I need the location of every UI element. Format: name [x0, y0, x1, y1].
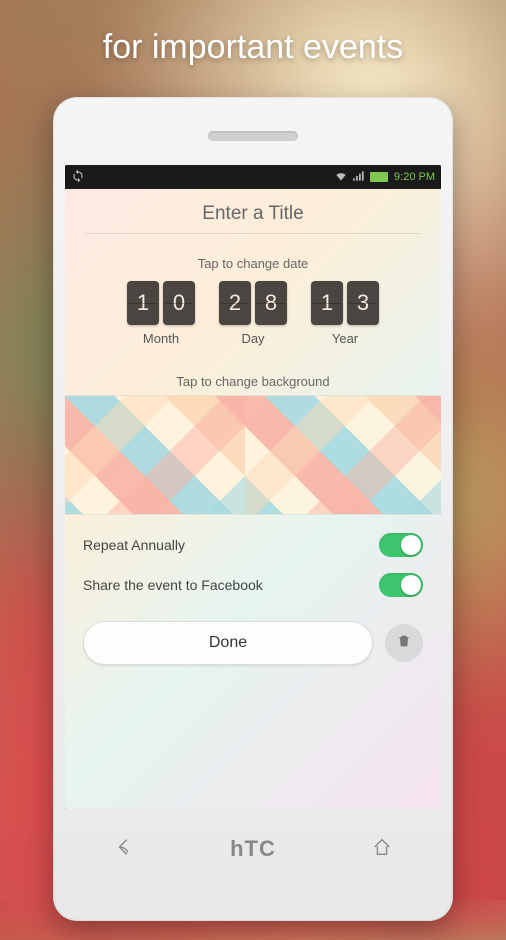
phone-speaker: [208, 131, 298, 141]
month-group[interactable]: 1 0 Month: [127, 281, 195, 346]
date-section-label: Tap to change date: [65, 246, 441, 277]
day-label: Day: [241, 331, 264, 346]
repeat-toggle[interactable]: [379, 533, 423, 557]
year-digit-1: 1: [311, 281, 343, 325]
done-button[interactable]: Done: [83, 621, 373, 665]
sync-icon: [71, 169, 85, 186]
repeat-option-row: Repeat Annually: [83, 533, 423, 557]
day-group[interactable]: 2 8 Day: [219, 281, 287, 346]
year-group[interactable]: 1 3 Year: [311, 281, 379, 346]
month-label: Month: [143, 331, 179, 346]
background-section-label: Tap to change background: [65, 364, 441, 395]
title-input[interactable]: Enter a Title: [85, 203, 421, 234]
trash-icon: [396, 633, 412, 654]
share-label: Share the event to Facebook: [83, 577, 263, 593]
status-time: 9:20 PM: [394, 171, 435, 183]
year-label: Year: [332, 331, 358, 346]
phone-device-frame: 9:20 PM Enter a Title Tap to change date…: [53, 97, 453, 921]
app-screen: Enter a Title Tap to change date 1 0 Mon…: [65, 189, 441, 809]
signal-icon: [352, 169, 366, 186]
date-picker[interactable]: 1 0 Month 2 8 Day 1 3: [65, 277, 441, 354]
month-digit-2: 0: [163, 281, 195, 325]
share-toggle[interactable]: [379, 573, 423, 597]
phone-nav-bar: hTC: [65, 817, 441, 881]
phone-screen: 9:20 PM Enter a Title Tap to change date…: [65, 165, 441, 809]
share-option-row: Share the event to Facebook: [83, 573, 423, 597]
home-icon[interactable]: [371, 836, 393, 863]
phone-brand-logo: hTC: [230, 836, 276, 862]
day-digit-2: 8: [255, 281, 287, 325]
year-digit-2: 3: [347, 281, 379, 325]
battery-icon: [370, 172, 388, 182]
phone-earpiece-area: [65, 107, 441, 165]
title-section: Enter a Title: [65, 189, 441, 246]
background-preview[interactable]: [65, 395, 441, 515]
back-icon[interactable]: [113, 836, 135, 863]
repeat-label: Repeat Annually: [83, 537, 185, 553]
delete-button[interactable]: [385, 624, 423, 662]
status-bar: 9:20 PM: [65, 165, 441, 189]
hero-text: for important events: [103, 28, 403, 67]
month-digit-1: 1: [127, 281, 159, 325]
wifi-icon: [334, 169, 348, 186]
day-digit-1: 2: [219, 281, 251, 325]
